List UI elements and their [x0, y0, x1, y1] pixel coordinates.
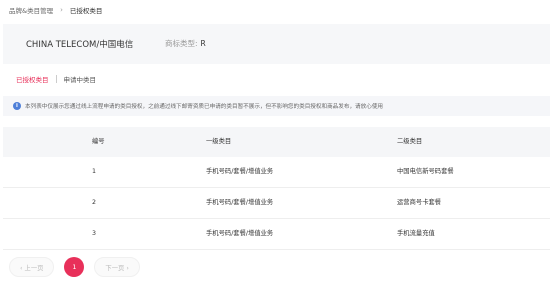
row-primary-category: 手机号码/套餐/增值业务: [206, 230, 274, 237]
brand-card: CHINA TELECOM/中国电信 商标类型: R: [3, 24, 550, 64]
header-secondary-category: 二级类目: [397, 138, 423, 145]
row-secondary-category: 手机流量充值: [397, 230, 435, 237]
category-table: 编号 一级类目 二级类目 1 手机号码/套餐/增值业务 中国电信新号码套餐 2 …: [3, 127, 550, 250]
next-page-button[interactable]: 下一页 ›: [94, 257, 140, 277]
table-row: 3 手机号码/套餐/增值业务 手机流量充值: [3, 219, 550, 250]
table-row: 1 手机号码/套餐/增值业务 中国电信新号码套餐: [3, 157, 550, 188]
brand-type-label: 商标类型:: [165, 39, 198, 48]
notice-text: 本列表中仅展示您通过线上流程申请的类目授权，之前通过线下邮寄资质已申请的类目暂不…: [25, 104, 384, 110]
breadcrumb: 品牌&类目管理 › 已授权类目: [9, 3, 102, 17]
page-number-current[interactable]: 1: [64, 257, 85, 277]
brand-type: 商标类型: R: [165, 38, 206, 49]
row-secondary-category: 运营商号卡套餐: [397, 199, 442, 206]
header-primary-category: 一级类目: [206, 138, 232, 145]
breadcrumb-current: 已授权类目: [69, 7, 103, 15]
tab-pending-categories[interactable]: 申请中类目: [64, 74, 97, 84]
row-number: 1: [92, 168, 97, 175]
row-number: 3: [92, 230, 97, 237]
pagination: ‹ 上一页 1 下一页 ›: [9, 257, 140, 277]
tab-divider: [55, 75, 57, 83]
row-secondary-category: 中国电信新号码套餐: [397, 168, 454, 175]
tab-authorized-categories[interactable]: 已授权类目: [16, 74, 49, 84]
category-tabs: 已授权类目 申请中类目: [16, 74, 96, 84]
prev-page-button[interactable]: ‹ 上一页: [9, 257, 55, 277]
info-icon: i: [13, 102, 21, 110]
breadcrumb-parent-link[interactable]: 品牌&类目管理: [9, 5, 53, 15]
row-primary-category: 手机号码/套餐/增值业务: [206, 199, 274, 206]
row-primary-category: 手机号码/套餐/增值业务: [206, 168, 274, 175]
brand-type-value: R: [200, 39, 206, 48]
breadcrumb-separator: ›: [60, 6, 63, 14]
brand-name: CHINA TELECOM/中国电信: [26, 40, 134, 50]
table-header: 编号 一级类目 二级类目: [3, 127, 550, 157]
table-row: 2 手机号码/套餐/增值业务 运营商号卡套餐: [3, 188, 550, 219]
row-number: 2: [92, 199, 97, 206]
header-number: 编号: [92, 138, 105, 145]
notice-banner: i 本列表中仅展示您通过线上流程申请的类目授权，之前通过线下邮寄资质已申请的类目…: [3, 96, 550, 116]
